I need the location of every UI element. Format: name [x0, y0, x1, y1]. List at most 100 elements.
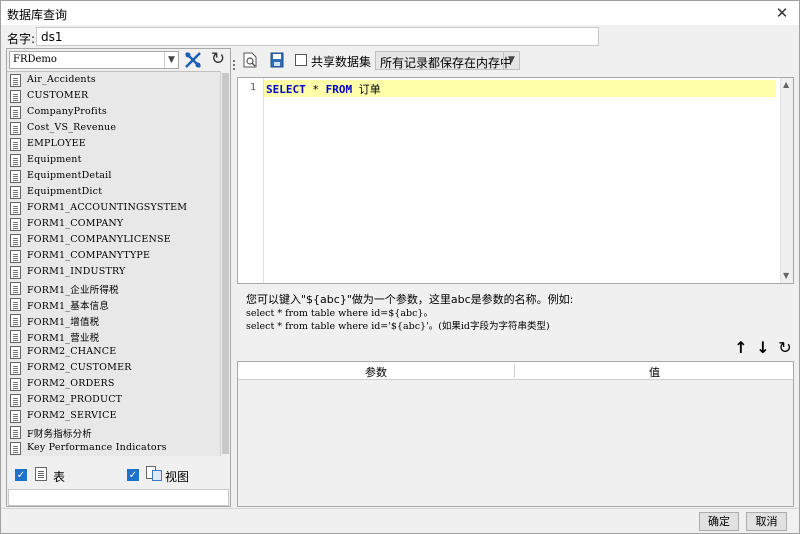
table-list-item[interactable]: CompanyProfits [7, 104, 220, 120]
hint-line-1: 您可以键入"${abc}"做为一个参数，这里abc是参数的名称。例如: [246, 293, 574, 306]
table-list-scrollbar[interactable] [220, 71, 230, 456]
table-icon [10, 266, 21, 279]
view-filter-checkbox[interactable]: ✓ [127, 469, 139, 481]
table-icon [10, 202, 21, 215]
table-name: FORM1_COMPANY [27, 218, 124, 229]
table-name: FORM1_增值税 [27, 317, 100, 328]
move-up-icon[interactable]: ↑ [733, 339, 749, 357]
table-list-item[interactable]: EquipmentDetail [7, 168, 220, 184]
table-list-item[interactable]: FORM2_PRODUCT [7, 392, 220, 408]
refresh-parameters-icon[interactable]: ↻ [777, 339, 793, 357]
share-dataset-checkbox[interactable] [295, 54, 307, 66]
query-toolbar: 共享数据集 所有记录都保存在内存中 ▼ [237, 49, 797, 73]
sql-editor[interactable]: 1 SELECT * FROM 订单 ▲ ▼ [237, 77, 794, 284]
view-icon [146, 466, 164, 482]
storage-mode-select[interactable]: 所有记录都保存在内存中 ▼ [375, 51, 520, 70]
table-list-item[interactable]: FORM1_企业所得税 [7, 280, 220, 296]
table-list[interactable]: Air_Accidents CUSTOMER CompanyProfits Cost_… [7, 71, 220, 456]
table-name: EquipmentDetail [27, 170, 112, 181]
parameter-table[interactable]: 参数 值 [237, 361, 794, 507]
save-icon[interactable] [270, 52, 284, 68]
table-icon [10, 426, 21, 439]
table-icon [10, 346, 21, 359]
table-list-item[interactable]: FORM1_COMPANYLICENSE [7, 232, 220, 248]
table-name: FORM2_PRODUCT [27, 394, 123, 405]
table-list-item[interactable]: FORM2_CUSTOMER [7, 360, 220, 376]
name-input[interactable] [36, 27, 599, 46]
table-name: EMPLOYEE [27, 138, 86, 149]
editor-scrollbar[interactable]: ▲ ▼ [780, 78, 793, 283]
close-button[interactable]: ✕ [771, 3, 793, 23]
connection-select[interactable]: FRDemo ▼ [9, 51, 179, 69]
parameter-table-header: 参数 值 [238, 362, 793, 380]
table-icon [10, 74, 21, 87]
table-list-item[interactable]: FORM1_COMPANY [7, 216, 220, 232]
table-icon [10, 410, 21, 423]
table-list-item[interactable]: Air_Accidents [7, 72, 220, 88]
table-list-item[interactable]: FORM1_INDUSTRY [7, 264, 220, 280]
table-list-item[interactable]: FORM2_CHANCE [7, 344, 220, 360]
sql-star: * [312, 83, 319, 96]
table-list-item[interactable]: FORM1_营业税 [7, 328, 220, 344]
cancel-button[interactable]: 取消 [746, 512, 787, 531]
table-list-item[interactable]: FORM1_增值税 [7, 312, 220, 328]
table-icon [10, 234, 21, 247]
table-icon [10, 154, 21, 167]
table-list-item[interactable]: F财务指标分析 [7, 424, 220, 440]
table-name: Key Performance Indicators [27, 442, 167, 453]
panel-splitter[interactable] [233, 48, 236, 507]
table-name: FORM1_COMPANYLICENSE [27, 234, 171, 245]
table-name: Equipment [27, 154, 82, 165]
table-list-item[interactable]: Cost_VS_Revenue [7, 120, 220, 136]
table-name: FORM1_基本信息 [27, 301, 110, 312]
sql-keyword-from: FROM [325, 83, 353, 96]
table-list-item[interactable]: FORM2_ORDERS [7, 376, 220, 392]
table-name: FORM2_SERVICE [27, 410, 117, 421]
table-icon [10, 378, 21, 391]
sql-line[interactable]: SELECT * FROM 订单 [264, 80, 776, 97]
table-list-item[interactable]: CUSTOMER [7, 88, 220, 104]
sql-table-name: 订单 [358, 83, 381, 96]
refresh-icon[interactable]: ↻ [208, 49, 228, 69]
table-icon [10, 298, 21, 311]
table-icon [10, 170, 21, 183]
table-icon [10, 106, 21, 119]
table-list-item[interactable]: FORM1_ACCOUNTINGSYSTEM [7, 200, 220, 216]
ok-button[interactable]: 确定 [699, 512, 739, 531]
table-name: FORM1_INDUSTRY [27, 266, 126, 277]
table-name: Cost_VS_Revenue [27, 122, 117, 133]
table-icon [10, 90, 21, 103]
column-header-value: 值 [649, 366, 660, 379]
table-list-item[interactable]: FORM1_基本信息 [7, 296, 220, 312]
table-icon [10, 138, 21, 151]
table-name: F财务指标分析 [27, 429, 92, 440]
scroll-up-icon[interactable]: ▲ [783, 80, 789, 89]
sql-keyword-select: SELECT [266, 83, 306, 96]
footer-divider [1, 508, 799, 509]
move-down-icon[interactable]: ↓ [755, 339, 771, 357]
table-list-item[interactable]: FORM2_SERVICE [7, 408, 220, 424]
table-name: FORM1_COMPANYTYPE [27, 250, 151, 261]
chevron-down-icon[interactable]: ▼ [164, 52, 178, 68]
scroll-down-icon[interactable]: ▼ [783, 271, 789, 280]
table-name: CUSTOMER [27, 90, 89, 101]
table-icon [10, 186, 21, 199]
database-query-dialog: 数据库查询 ✕ 名字: FRDemo ▼ ↻ Air_Accidents CUST… [0, 0, 800, 534]
table-list-item[interactable]: EquipmentDict [7, 184, 220, 200]
table-icon [10, 122, 21, 135]
dialog-title: 数据库查询 [7, 8, 68, 22]
table-search-input[interactable] [8, 489, 229, 506]
table-list-item[interactable]: FORM1_COMPANYTYPE [7, 248, 220, 264]
table-list-item[interactable]: Key Performance Indicators [7, 440, 220, 456]
line-gutter: 1 [238, 78, 264, 283]
table-list-item[interactable]: Equipment [7, 152, 220, 168]
view-filter-label: 视图 [165, 470, 190, 484]
table-list-item[interactable]: EMPLOYEE [7, 136, 220, 152]
chevron-down-icon[interactable]: ▼ [503, 52, 519, 69]
table-name: FORM1_营业税 [27, 333, 100, 344]
table-name: CompanyProfits [27, 106, 107, 117]
preview-icon[interactable] [243, 52, 257, 68]
hint-line-3: select * from table where id='${abc}'。(如… [246, 321, 550, 332]
table-filter-checkbox[interactable]: ✓ [15, 469, 27, 481]
connection-settings-icon[interactable] [183, 51, 203, 69]
